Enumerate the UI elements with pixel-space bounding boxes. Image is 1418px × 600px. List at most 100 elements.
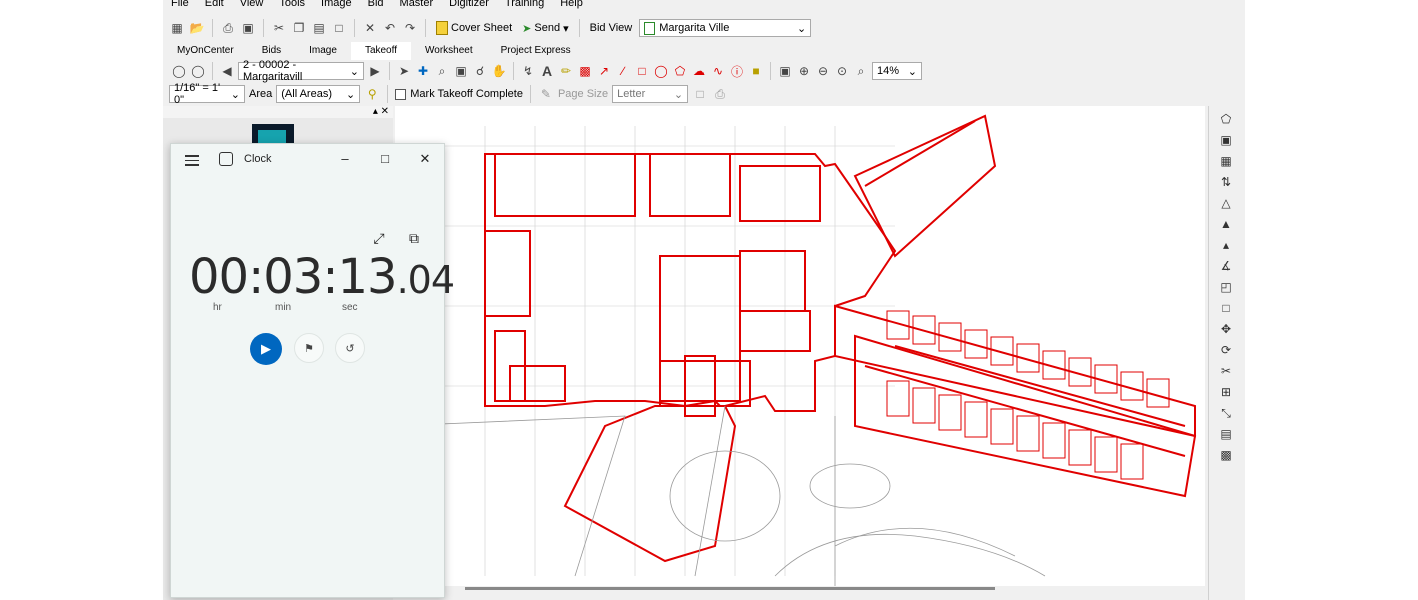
bid-view-select[interactable]: Margarita Ville ⌄ bbox=[639, 19, 812, 37]
zoom-100-icon[interactable]: ⊙ bbox=[834, 63, 850, 79]
menu-tools[interactable]: Tools bbox=[271, 0, 313, 12]
minimize-icon[interactable]: – bbox=[331, 148, 359, 170]
pointer-icon[interactable]: ➤ bbox=[396, 63, 412, 79]
zoom-in-icon[interactable]: ⊕ bbox=[796, 63, 812, 79]
highlighter-icon[interactable]: ✏ bbox=[558, 63, 574, 79]
compact-overlay-icon[interactable]: ⧉ bbox=[406, 230, 422, 246]
move-takeoff-icon[interactable]: ✥ bbox=[1218, 321, 1234, 337]
crosshair-icon[interactable]: ✚ bbox=[415, 63, 431, 79]
toolbar-separator bbox=[578, 19, 580, 37]
back-icon[interactable]: ◯ bbox=[171, 63, 187, 79]
cut-icon[interactable]: ✂ bbox=[271, 20, 287, 36]
wall-icon[interactable]: △ bbox=[1218, 195, 1234, 211]
layer-icon[interactable]: ▩ bbox=[1218, 447, 1234, 463]
paste-special-icon[interactable]: □ bbox=[331, 20, 347, 36]
note-icon[interactable]: ⓘ bbox=[729, 63, 745, 79]
undo-icon[interactable]: ↶ bbox=[382, 20, 398, 36]
expand-icon[interactable]: ⤢ bbox=[371, 230, 387, 246]
grid-icon[interactable]: ▦ bbox=[1218, 153, 1234, 169]
forward-icon[interactable]: ◯ bbox=[190, 63, 206, 79]
linear-icon[interactable]: ⇅ bbox=[1218, 174, 1234, 190]
rectangle-area-icon[interactable]: ▣ bbox=[1218, 132, 1234, 148]
polygon-icon[interactable]: ⬠ bbox=[672, 63, 688, 79]
ellipse-icon[interactable]: ◯ bbox=[653, 63, 669, 79]
horizontal-scrollbar[interactable] bbox=[395, 586, 1205, 592]
page-select[interactable]: 2 - 00002 - Margaritavill ⌄ bbox=[238, 59, 364, 83]
zoom-page-icon[interactable]: ▣ bbox=[453, 63, 469, 79]
paste-icon[interactable]: ▤ bbox=[311, 20, 327, 36]
zoom-window-icon[interactable]: ⌕ bbox=[434, 63, 450, 79]
close-icon[interactable]: ✕ bbox=[411, 148, 439, 170]
arrow-icon[interactable]: ↗ bbox=[596, 63, 612, 79]
menu-training[interactable]: Training bbox=[497, 0, 552, 12]
tab-image[interactable]: Image bbox=[295, 42, 351, 60]
print-preview-icon[interactable]: ▣ bbox=[240, 20, 256, 36]
previous-page-icon[interactable]: ◀ bbox=[219, 63, 235, 79]
maximize-icon[interactable]: □ bbox=[371, 148, 399, 170]
close-pane-icon[interactable]: ▴ ✕ bbox=[373, 106, 389, 117]
menu-file[interactable]: File bbox=[163, 0, 197, 12]
line-icon[interactable]: ∕ bbox=[615, 63, 631, 79]
count-icon[interactable]: ◰ bbox=[1218, 279, 1234, 295]
redo-icon[interactable]: ↷ bbox=[402, 20, 418, 36]
angle-icon[interactable]: ∡ bbox=[1218, 258, 1234, 274]
break-icon[interactable]: ✂ bbox=[1218, 363, 1234, 379]
select-annotation-icon[interactable]: ↯ bbox=[520, 63, 536, 79]
page-select-value: 2 - 00002 - Margaritavill bbox=[243, 59, 303, 83]
mark-complete-checkbox[interactable]: Mark Takeoff Complete bbox=[395, 88, 523, 100]
menu-icon[interactable] bbox=[185, 152, 199, 169]
freehand-icon[interactable]: ∿ bbox=[710, 63, 726, 79]
delete-icon[interactable]: ✕ bbox=[362, 20, 378, 36]
menu-view[interactable]: View bbox=[232, 0, 272, 12]
tab-project-express[interactable]: Project Express bbox=[487, 42, 585, 60]
menu-digitizer[interactable]: Digitizer bbox=[441, 0, 497, 12]
split-icon[interactable]: ▤ bbox=[1218, 426, 1234, 442]
tab-bids[interactable]: Bids bbox=[248, 42, 295, 60]
pitch-icon[interactable]: ▴ bbox=[1218, 237, 1234, 253]
lap-button[interactable]: ⚑ bbox=[294, 333, 324, 363]
copy-takeoff-icon[interactable]: □ bbox=[1218, 300, 1234, 316]
search-icon[interactable]: ⚲ bbox=[364, 86, 380, 102]
expand-view-icon[interactable]: ⤡ bbox=[1218, 405, 1234, 421]
tab-worksheet[interactable]: Worksheet bbox=[411, 42, 487, 60]
polygon-area-icon[interactable]: ⬠ bbox=[1218, 111, 1234, 127]
scrollbar-thumb[interactable] bbox=[465, 587, 995, 590]
area-select[interactable]: (All Areas) ⌄ bbox=[276, 85, 361, 103]
send-button[interactable]: ➤ Send ▾ bbox=[519, 18, 571, 38]
scale-select[interactable]: 1/16" = 1' 0" ⌄ bbox=[169, 82, 245, 106]
cloud-icon[interactable]: ☁ bbox=[691, 63, 707, 79]
zoom-custom-icon[interactable]: ⌕ bbox=[853, 63, 869, 79]
pan-hand-icon[interactable]: ✋ bbox=[491, 63, 507, 79]
zoom-out-icon[interactable]: ⊖ bbox=[815, 63, 831, 79]
rotate-takeoff-icon[interactable]: ⟳ bbox=[1218, 342, 1234, 358]
fit-page-icon[interactable]: ▣ bbox=[777, 63, 793, 79]
cover-sheet-button[interactable]: Cover Sheet bbox=[433, 18, 515, 38]
print-icon[interactable]: ⎙ bbox=[220, 20, 236, 36]
new-bid-icon[interactable]: ▦ bbox=[169, 20, 185, 36]
page-size-select[interactable]: Letter ⌄ bbox=[612, 85, 689, 103]
blank-page-icon[interactable]: □ bbox=[692, 86, 708, 102]
reset-button[interactable]: ↺ bbox=[335, 333, 365, 363]
merge-icon[interactable]: ⊞ bbox=[1218, 384, 1234, 400]
stamp-icon[interactable]: ▩ bbox=[577, 63, 593, 79]
clock-title-bar[interactable]: Clock – □ ✕ bbox=[171, 144, 444, 174]
text-icon[interactable]: A bbox=[539, 63, 555, 79]
menu-bid[interactable]: Bid bbox=[360, 0, 392, 12]
slope-icon[interactable]: ▲ bbox=[1218, 216, 1234, 232]
print-page-icon[interactable]: ⎙ bbox=[712, 86, 728, 102]
menu-image[interactable]: Image bbox=[313, 0, 360, 12]
sticky-note-icon[interactable]: ■ bbox=[748, 63, 764, 79]
copy-icon[interactable]: ❐ bbox=[291, 20, 307, 36]
play-button[interactable]: ▶ bbox=[250, 333, 282, 365]
zoom-select[interactable]: 14% ⌄ bbox=[872, 62, 922, 80]
rectangle-icon[interactable]: □ bbox=[634, 63, 650, 79]
tab-myoncenter[interactable]: MyOnCenter bbox=[163, 42, 248, 60]
menu-master[interactable]: Master bbox=[392, 0, 442, 12]
open-folder-icon[interactable]: 📂 bbox=[189, 20, 205, 36]
menu-help[interactable]: Help bbox=[552, 0, 591, 12]
next-page-icon[interactable]: ▶ bbox=[367, 63, 383, 79]
plan-drawing-canvas[interactable] bbox=[394, 106, 1205, 586]
tab-takeoff[interactable]: Takeoff bbox=[350, 42, 411, 60]
zoom-area-icon[interactable]: ☌ bbox=[472, 63, 488, 79]
menu-edit[interactable]: Edit bbox=[197, 0, 232, 12]
